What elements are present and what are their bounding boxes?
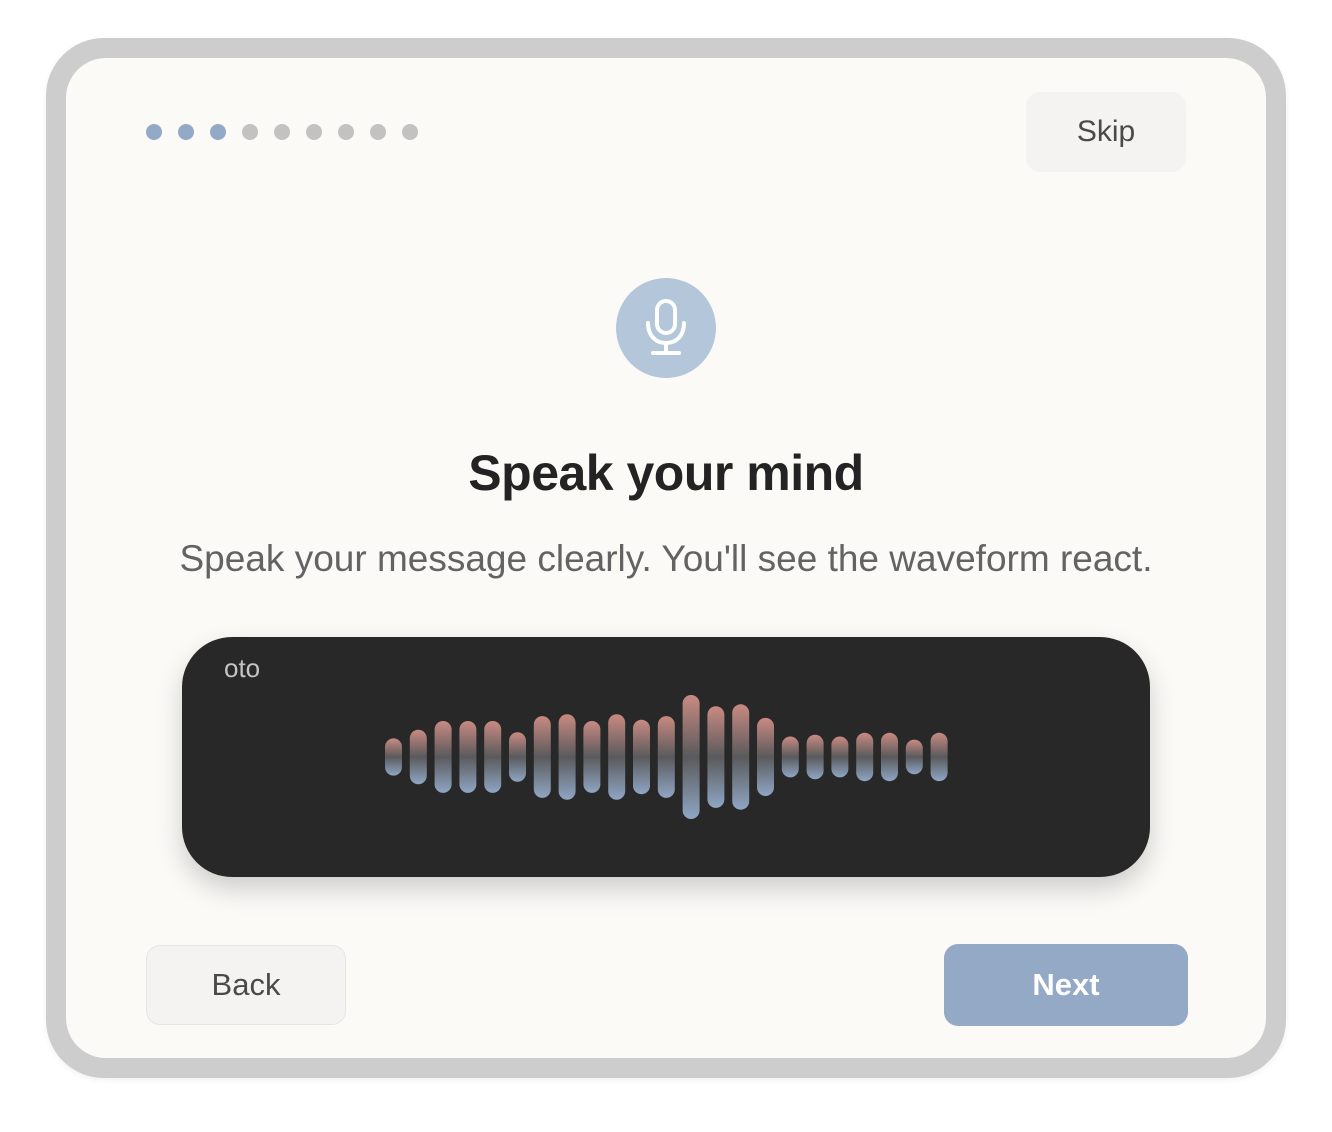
waveform-bar [533,716,551,798]
waveform-bar [633,719,650,795]
waveform-bar [881,732,898,782]
onboarding-card: Skip Speak your mind Speak your message … [66,58,1266,1058]
waveform-bar [583,721,601,793]
progress-dot [306,124,322,140]
waveform-bar [558,714,576,800]
waveform-bar [657,716,675,798]
waveform-bar [608,714,626,800]
waveform-bar [434,721,452,793]
progress-dots [146,124,418,140]
progress-dot [146,124,162,140]
back-button[interactable]: Back [146,945,346,1025]
waveform-bar [930,732,948,782]
next-button[interactable]: Next [944,944,1188,1026]
progress-dot [370,124,386,140]
waveform-bar [905,739,923,775]
waveform-bar [707,706,725,808]
waveform-bar [484,721,502,793]
microphone-icon [646,299,686,355]
waveform-bar [856,732,874,782]
waveform-bar [831,736,849,778]
waveform-bar [757,717,774,796]
waveform-bar [459,721,477,793]
microphone-badge [616,278,716,378]
waveform-visualizer [385,695,948,819]
window-frame: Skip Speak your mind Speak your message … [46,38,1286,1078]
waveform-bar [409,729,427,785]
progress-dot [210,124,226,140]
waveform-bar [781,736,799,778]
page-title: Speak your mind [468,445,864,501]
skip-button[interactable]: Skip [1026,92,1186,172]
progress-dot [242,124,258,140]
waveform-bar [806,734,824,780]
progress-dot [178,124,194,140]
waveform-panel: oto [182,637,1150,877]
progress-dot [274,124,290,140]
waveform-bar [385,738,402,776]
waveform-bar [682,695,700,819]
progress-dot [402,124,418,140]
waveform-bar [732,704,750,810]
page-subtitle: Speak your message clearly. You'll see t… [179,538,1153,579]
progress-dot [338,124,354,140]
waveform-bar [509,732,526,782]
